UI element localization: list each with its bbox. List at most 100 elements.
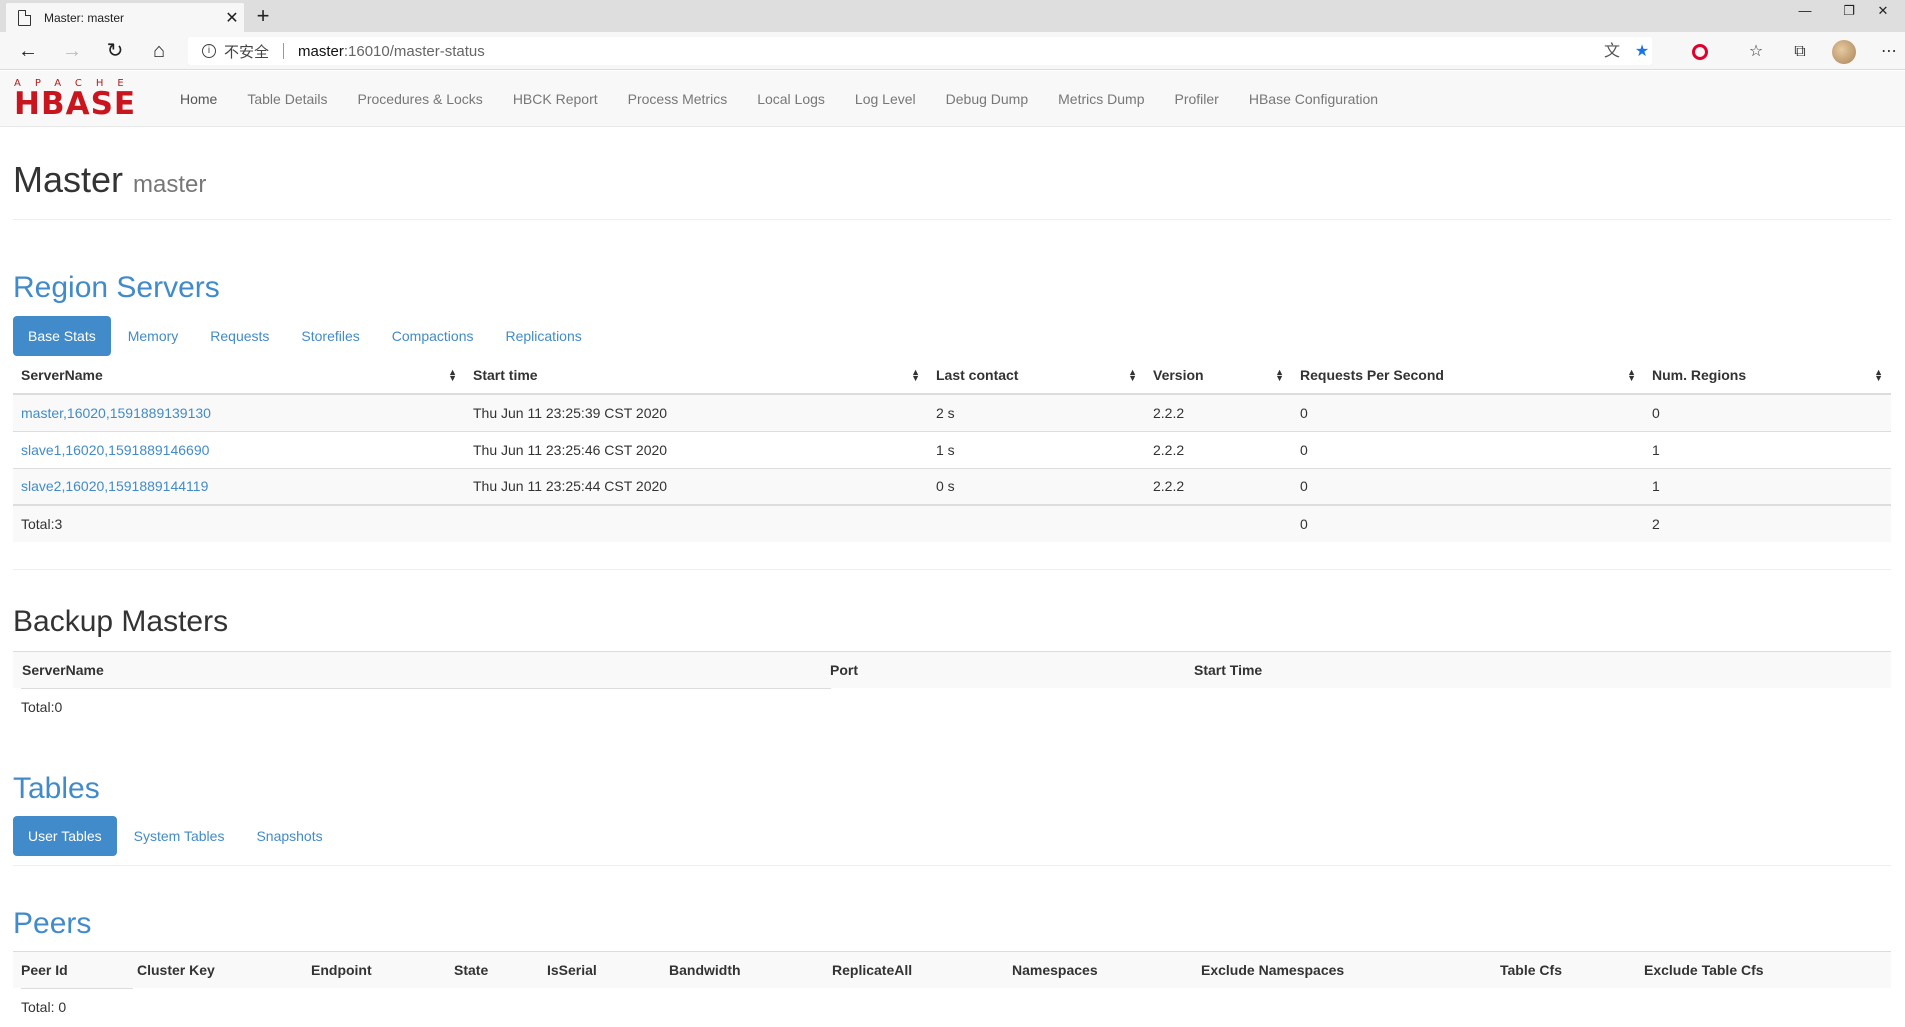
col-start-time: Start Time — [1194, 662, 1263, 678]
table-cell: 0 — [1292, 393, 1644, 431]
table-cell: 0 — [1644, 393, 1891, 431]
forward-icon[interactable]: → — [57, 37, 87, 65]
nav-procedures-locks[interactable]: Procedures & Locks — [343, 71, 498, 127]
hbase-logo[interactable]: APACHE HBASE — [14, 78, 151, 120]
table-cell: 0 — [1292, 430, 1644, 468]
window-close-icon[interactable]: ✕ — [1861, 0, 1905, 24]
tab-replications[interactable]: Replications — [490, 316, 596, 356]
insecure-label[interactable]: 不安全 — [224, 41, 269, 62]
translate-icon[interactable]: ⽂ — [1601, 41, 1623, 63]
backup-masters-total: Total:0 — [21, 688, 831, 726]
nav-log-level[interactable]: Log Level — [840, 71, 931, 127]
col-servername: ServerName — [22, 662, 104, 678]
hbase-navbar: APACHE HBASE Home Table Details Procedur… — [0, 71, 1905, 127]
tab-snapshots[interactable]: Snapshots — [241, 816, 337, 856]
back-icon[interactable]: ← — [13, 37, 43, 65]
browser-tabstrip: Master: master ✕ + — ❐ ✕ — [0, 0, 1905, 32]
region-servers-heading: Region Servers — [13, 271, 220, 304]
server-link[interactable]: slave1,16020,1591889146690 — [21, 442, 209, 458]
peers-header: Peer Id Cluster Key Endpoint State IsSer… — [13, 951, 1891, 988]
table-row: slave1,16020,1591889146690 Thu Jun 11 23… — [13, 430, 1891, 468]
col-servername[interactable]: ServerName ▲ ▼ — [13, 357, 465, 395]
table-cell: 2 s — [928, 393, 1145, 431]
backup-masters-heading: Backup Masters — [13, 605, 229, 638]
col-table-cfs: Table Cfs — [1500, 962, 1562, 978]
table-cell: 2.2.2 — [1145, 430, 1292, 468]
table-cell: 1 — [1644, 430, 1891, 468]
tab-memory[interactable]: Memory — [113, 316, 194, 356]
tab-system-tables[interactable]: System Tables — [119, 816, 240, 856]
page-title: Master master — [13, 159, 207, 200]
table-cell: Thu Jun 11 23:25:44 CST 2020 — [465, 467, 928, 505]
home-icon[interactable]: ⌂ — [144, 37, 174, 65]
nav-profiler[interactable]: Profiler — [1160, 71, 1234, 127]
col-start-time[interactable]: Start time ▲ ▼ — [465, 357, 928, 395]
browser-tab[interactable]: Master: master ✕ — [6, 3, 244, 32]
section-divider — [13, 865, 1891, 866]
tab-compactions[interactable]: Compactions — [377, 316, 489, 356]
refresh-icon[interactable]: ↻ — [100, 37, 130, 65]
minimize-icon[interactable]: — — [1783, 0, 1827, 24]
col-cluster-key: Cluster Key — [137, 962, 215, 978]
new-tab-button[interactable]: + — [250, 3, 276, 29]
url-path[interactable]: :16010/master-status — [344, 43, 485, 60]
table-cell: 0 — [1292, 467, 1644, 505]
sort-icon[interactable]: ▲ ▼ — [911, 368, 920, 383]
table-cell: 1 — [1644, 467, 1891, 505]
col-bandwidth: Bandwidth — [669, 962, 741, 978]
tables-heading: Tables — [13, 772, 100, 805]
page-subtitle: master — [133, 171, 207, 198]
collections-icon[interactable]: ⧉ — [1789, 41, 1811, 63]
table-cell: 0 s — [928, 467, 1145, 505]
col-version[interactable]: Version ▲ ▼ — [1145, 357, 1292, 395]
col-num-regions[interactable]: Num. Regions ▲ ▼ — [1644, 357, 1891, 395]
sort-icon[interactable]: ▲ ▼ — [1275, 368, 1284, 383]
peers-table: Peer Id Cluster Key Endpoint State IsSer… — [13, 951, 1891, 1027]
page-icon — [18, 9, 31, 26]
tab-requests[interactable]: Requests — [195, 316, 284, 356]
favorites-list-icon[interactable]: ☆ — [1745, 41, 1767, 63]
tab-base-stats[interactable]: Base Stats — [13, 316, 111, 356]
favorite-star-icon[interactable]: ★ — [1631, 41, 1653, 63]
nav-hbase-configuration[interactable]: HBase Configuration — [1234, 71, 1393, 127]
nav-links: Home Table Details Procedures & Locks HB… — [165, 71, 1393, 127]
server-link[interactable]: slave2,16020,1591889144119 — [21, 478, 208, 494]
total-requests: 0 — [1292, 504, 1644, 542]
sort-icon[interactable]: ▲ ▼ — [1874, 368, 1883, 383]
tab-storefiles[interactable]: Storefiles — [286, 316, 374, 356]
nav-table-details[interactable]: Table Details — [232, 71, 342, 127]
sort-icon[interactable]: ▲ ▼ — [1128, 368, 1137, 383]
profile-avatar[interactable] — [1832, 40, 1856, 64]
close-tab-icon[interactable]: ✕ — [220, 8, 244, 28]
col-exclude-namespaces: Exclude Namespaces — [1201, 962, 1345, 978]
nav-hbck-report[interactable]: HBCK Report — [498, 71, 613, 127]
tab-user-tables[interactable]: User Tables — [13, 816, 117, 856]
table-row: slave2,16020,1591889144119 Thu Jun 11 23… — [13, 467, 1891, 505]
nav-debug-dump[interactable]: Debug Dump — [931, 71, 1044, 127]
col-requests-per-second[interactable]: Requests Per Second ▲ ▼ — [1292, 357, 1644, 395]
region-servers-table: ServerName ▲ ▼ Start time ▲ ▼ Last contact ▲ ▼… — [13, 357, 1891, 542]
address-separator — [283, 43, 285, 59]
col-exclude-table-cfs: Exclude Table Cfs — [1644, 962, 1764, 978]
nav-process-metrics[interactable]: Process Metrics — [613, 71, 743, 127]
total-regions: 2 — [1644, 504, 1891, 542]
col-endpoint: Endpoint — [311, 962, 372, 978]
nav-local-logs[interactable]: Local Logs — [742, 71, 840, 127]
tables-tabs: User Tables System Tables Snapshots — [13, 816, 340, 856]
nav-metrics-dump[interactable]: Metrics Dump — [1043, 71, 1159, 127]
opera-icon[interactable] — [1689, 41, 1711, 63]
col-namespaces: Namespaces — [1012, 962, 1098, 978]
nav-home[interactable]: Home — [165, 71, 232, 127]
info-icon[interactable]: i — [202, 44, 216, 58]
col-last-contact[interactable]: Last contact ▲ ▼ — [928, 357, 1145, 395]
url-host[interactable]: master — [298, 43, 344, 60]
server-link[interactable]: master,16020,1591889139130 — [21, 405, 211, 421]
sort-icon[interactable]: ▲ ▼ — [1627, 368, 1636, 383]
sort-icon[interactable]: ▲ ▼ — [448, 368, 457, 383]
more-icon[interactable]: ⋯ — [1878, 41, 1900, 63]
col-peer-id: Peer Id — [21, 962, 68, 978]
browser-toolbar: ← → ↻ ⌂ i 不安全 master :16010/master-statu… — [0, 32, 1905, 70]
address-bar[interactable]: i 不安全 master :16010/master-status ⽂ ★ — [188, 37, 1652, 65]
backup-masters-table: ServerName Port Start Time Total:0 — [13, 651, 1891, 731]
col-replicateall: ReplicateAll — [832, 962, 913, 978]
